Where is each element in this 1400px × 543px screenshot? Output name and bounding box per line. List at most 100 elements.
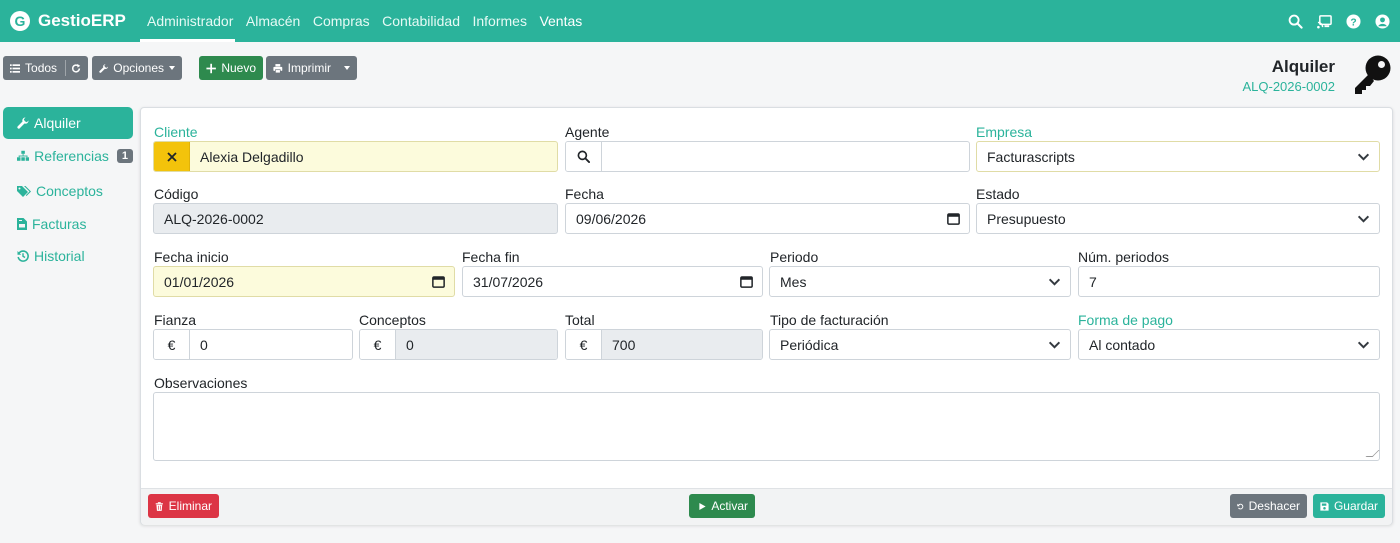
save-button[interactable]: Guardar	[1313, 494, 1385, 518]
forma-pago-label: Forma de pago	[1078, 312, 1173, 328]
caret-down-icon[interactable]	[344, 66, 350, 70]
chevron-down-icon	[1347, 338, 1379, 351]
undo-button[interactable]: Deshacer	[1230, 494, 1307, 518]
euro-icon: €	[154, 330, 190, 359]
sidebar-item-historial[interactable]: Historial	[3, 240, 133, 272]
record-code: ALQ-2026-0002	[1242, 79, 1335, 94]
sidebar-item-label: Facturas	[32, 216, 87, 232]
calendar-icon[interactable]	[730, 275, 762, 288]
brand-logo: G	[10, 11, 30, 31]
sidebar-item-conceptos[interactable]: Conceptos	[3, 175, 133, 207]
navbar-icons: ?	[1288, 0, 1390, 42]
close-icon	[166, 151, 177, 162]
periodo-value: Mes	[780, 273, 807, 290]
save-label: Guardar	[1333, 499, 1378, 513]
form-footer	[141, 488, 1392, 525]
sidebar-item-label: Alquiler	[34, 115, 81, 131]
trash-icon	[155, 501, 163, 511]
conceptos-field: € 0	[359, 329, 558, 360]
delete-button[interactable]: Eliminar	[148, 494, 219, 518]
refresh-icon[interactable]	[71, 63, 81, 74]
search-agent-button[interactable]	[566, 142, 602, 171]
codigo-value: ALQ-2026-0002	[164, 210, 264, 227]
user-icon[interactable]	[1375, 13, 1390, 29]
brand[interactable]: G GestioERP	[0, 0, 140, 42]
sidebar-item-label: Conceptos	[36, 183, 103, 199]
codigo-field: ALQ-2026-0002	[153, 203, 558, 234]
agente-label: Agente	[565, 124, 610, 140]
menu-administrador[interactable]: Administrador	[139, 0, 236, 42]
top-navbar: G GestioERP Administrador Almacén Compra…	[0, 0, 1400, 42]
menu-almacen[interactable]: Almacén	[246, 0, 300, 42]
tipo-facturacion-value: Periódica	[780, 336, 839, 353]
print-icon	[273, 63, 283, 73]
num-periodos-label: Núm. periodos	[1078, 249, 1170, 265]
cast-icon[interactable]	[1317, 14, 1332, 29]
search-icon[interactable]	[1288, 14, 1303, 29]
total-value: 700	[602, 330, 762, 359]
print-button[interactable]: Imprimir	[266, 56, 357, 80]
estado-label: Estado	[976, 186, 1020, 202]
total-label: Total	[565, 312, 595, 328]
observaciones-textarea[interactable]	[153, 392, 1380, 461]
all-records-button[interactable]: Todos	[3, 56, 88, 80]
fianza-input[interactable]: € 0	[153, 329, 353, 360]
estado-select[interactable]: Presupuesto	[976, 203, 1380, 234]
sidebar-item-alquiler[interactable]: Alquiler	[3, 107, 133, 139]
calendar-icon[interactable]	[422, 275, 454, 288]
new-label: Nuevo	[221, 61, 256, 75]
menu-informes[interactable]: Informes	[472, 0, 526, 42]
forma-pago-select[interactable]: Al contado	[1078, 329, 1380, 360]
empresa-select[interactable]: Facturascripts	[976, 141, 1380, 172]
sitemap-icon	[17, 150, 30, 161]
page-title: Alquiler	[1271, 57, 1335, 76]
brand-name: GestioERP	[38, 11, 126, 30]
count-badge: 1	[116, 149, 133, 163]
menu-compras[interactable]: Compras	[313, 0, 370, 42]
euro-icon: €	[360, 330, 396, 359]
chevron-down-icon	[1347, 150, 1379, 163]
undo-label: Deshacer	[1248, 499, 1300, 513]
help-icon[interactable]: ?	[1346, 13, 1361, 29]
tipo-facturacion-select[interactable]: Periódica	[769, 329, 1071, 360]
delete-label: Eliminar	[168, 499, 212, 513]
cliente-value: Alexia Delgadillo	[200, 148, 304, 165]
sidebar-item-facturas[interactable]: Facturas	[3, 208, 133, 240]
calendar-icon[interactable]	[937, 212, 969, 225]
fecha-input[interactable]: 09/06/2026	[565, 203, 970, 234]
periodo-label: Periodo	[770, 249, 819, 265]
fecha-inicio-value: 01/01/2026	[164, 273, 235, 290]
menu-contabilidad[interactable]: Contabilidad	[382, 0, 460, 42]
agente-field[interactable]	[565, 141, 970, 172]
fecha-fin-input[interactable]: 31/07/2026	[462, 266, 763, 297]
num-periodos-input[interactable]: 7	[1078, 266, 1380, 297]
plus-icon	[206, 63, 216, 73]
tipo-facturacion-label: Tipo de facturación	[770, 312, 889, 328]
forma-pago-value: Al contado	[1089, 336, 1156, 353]
chevron-down-icon	[1038, 338, 1070, 351]
fecha-fin-label: Fecha fin	[462, 249, 520, 265]
fecha-value: 09/06/2026	[576, 210, 647, 227]
fecha-inicio-input[interactable]: 01/01/2026	[153, 266, 455, 297]
sidebar-item-referencias[interactable]: Referencias 1	[3, 140, 133, 172]
activate-label: Activar	[711, 499, 748, 513]
chevron-down-icon	[1038, 275, 1070, 288]
clear-client-button[interactable]	[154, 142, 190, 171]
main-menu: Administrador Almacén Compras Contabilid…	[139, 0, 595, 42]
num-periodos-value: 7	[1089, 273, 1097, 290]
periodo-select[interactable]: Mes	[769, 266, 1071, 297]
cliente-field[interactable]: Alexia Delgadillo	[153, 141, 558, 172]
new-button[interactable]: Nuevo	[199, 56, 263, 80]
sidebar-item-label: Referencias	[34, 148, 109, 164]
fecha-label: Fecha	[565, 186, 604, 202]
conceptos-label: Conceptos	[359, 312, 426, 328]
options-button[interactable]: Opciones	[92, 56, 182, 80]
print-label: Imprimir	[287, 61, 331, 75]
save-icon	[1320, 501, 1329, 511]
codigo-label: Código	[154, 186, 199, 202]
key-icon	[1355, 55, 1391, 94]
activate-button[interactable]: Activar	[689, 494, 755, 518]
menu-ventas[interactable]: Ventas	[539, 0, 582, 42]
file-invoice-icon	[17, 218, 27, 230]
sidebar-item-label: Historial	[34, 248, 85, 264]
